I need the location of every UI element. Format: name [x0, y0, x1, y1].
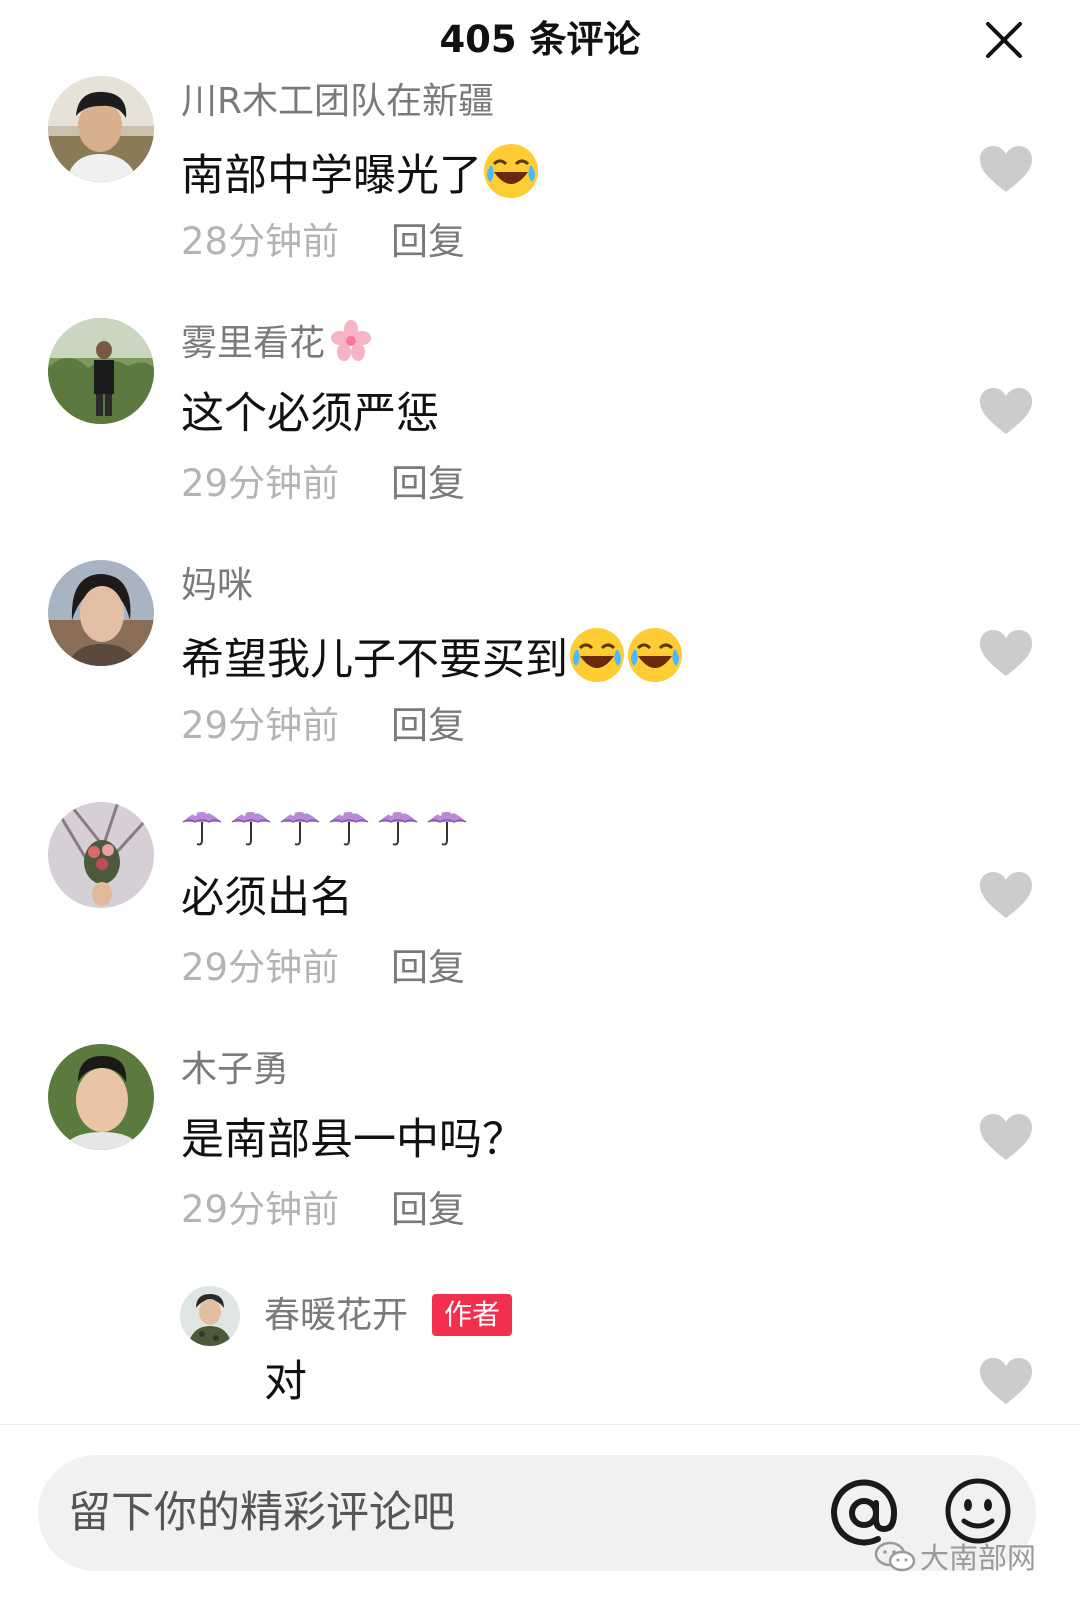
comment-body: 南部中学曝光了: [181, 151, 482, 201]
comment-item: 川R木工团队在新疆 南部中学曝光了 28分钟前 回复: [0, 76, 1080, 316]
username[interactable]: 川R木工团队在新疆: [181, 76, 494, 128]
comment-meta: 29分钟前 回复: [181, 458, 465, 510]
reply-button[interactable]: 回复: [391, 946, 465, 989]
comment-count-title: 405 条评论: [439, 18, 641, 61]
comment-text: 是南部县一中吗？: [181, 1115, 525, 1165]
umbrella-icon: [230, 802, 272, 848]
comment-item: 木子勇 是南部县一中吗？ 29分钟前 回复: [0, 1044, 1080, 1284]
comment-time: 29分钟前: [181, 704, 340, 747]
avatar[interactable]: [48, 1044, 154, 1150]
comments-header: 405 条评论: [0, 0, 1080, 80]
watermark: 大南部网: [874, 1536, 1036, 1580]
comment-text: 必须出名: [181, 873, 353, 923]
laugh-cry-emoji: [482, 142, 540, 200]
sub-reply-item: 春暖花开 作者 对: [0, 1286, 1080, 1407]
comment-meta: 29分钟前 回复: [181, 700, 465, 752]
reply-button[interactable]: 回复: [391, 1188, 465, 1231]
comment-meta: 29分钟前 回复: [181, 942, 465, 994]
umbrella-icon: [328, 802, 370, 848]
heart-icon[interactable]: [978, 870, 1034, 920]
umbrella-icon: [377, 802, 419, 848]
wechat-icon: [874, 1540, 916, 1574]
comment-text: 南部中学曝光了: [181, 142, 540, 206]
laugh-cry-emoji: [568, 626, 626, 684]
heart-icon[interactable]: [978, 628, 1034, 678]
comment-time: 28分钟前: [181, 220, 340, 263]
avatar[interactable]: [48, 76, 154, 182]
comment-text: 对: [264, 1357, 307, 1407]
comment-time: 29分钟前: [181, 946, 340, 989]
laugh-cry-emoji: [626, 626, 684, 684]
comment-text: 希望我儿子不要买到: [181, 626, 684, 690]
comment-time: 29分钟前: [181, 462, 340, 505]
avatar[interactable]: [48, 802, 154, 908]
sakura-icon: [329, 319, 373, 363]
comment-body: 希望我儿子不要买到: [181, 635, 568, 685]
username[interactable]: 妈咪: [181, 560, 253, 612]
avatar[interactable]: [48, 560, 154, 666]
comment-meta: 29分钟前 回复: [181, 1184, 465, 1236]
username-text: 雾里看花: [181, 323, 326, 364]
username[interactable]: 木子勇: [181, 1044, 289, 1096]
umbrella-icon: [279, 802, 321, 848]
comment-input-placeholder: 留下你的精彩评论吧: [68, 1488, 455, 1538]
comment-text: 这个必须严惩: [181, 389, 439, 439]
reply-button[interactable]: 回复: [391, 704, 465, 747]
heart-icon[interactable]: [978, 386, 1034, 436]
comment-time: 29分钟前: [181, 1188, 340, 1231]
avatar[interactable]: [48, 318, 154, 424]
avatar[interactable]: [180, 1286, 240, 1346]
username[interactable]: 雾里看花: [181, 318, 373, 370]
comment-item: 必须出名 29分钟前 回复: [0, 802, 1080, 1042]
heart-icon[interactable]: [978, 1112, 1034, 1162]
umbrella-icon: [181, 802, 223, 848]
watermark-text: 大南部网: [920, 1541, 1037, 1575]
reply-button[interactable]: 回复: [391, 462, 465, 505]
username-umbrellas[interactable]: [181, 802, 475, 857]
author-badge: 作者: [432, 1294, 513, 1336]
reply-button[interactable]: 回复: [391, 220, 465, 263]
comment-item: 雾里看花 这个必须严惩 29分钟前 回复: [0, 318, 1080, 558]
comment-item: 妈咪 希望我儿子不要买到 29分钟前 回复: [0, 560, 1080, 800]
username[interactable]: 春暖花开: [264, 1290, 408, 1342]
heart-icon[interactable]: [978, 1356, 1034, 1406]
comment-meta: 28分钟前 回复: [181, 216, 465, 268]
close-icon[interactable]: [980, 16, 1028, 64]
heart-icon[interactable]: [978, 144, 1034, 194]
umbrella-icon: [426, 802, 468, 848]
